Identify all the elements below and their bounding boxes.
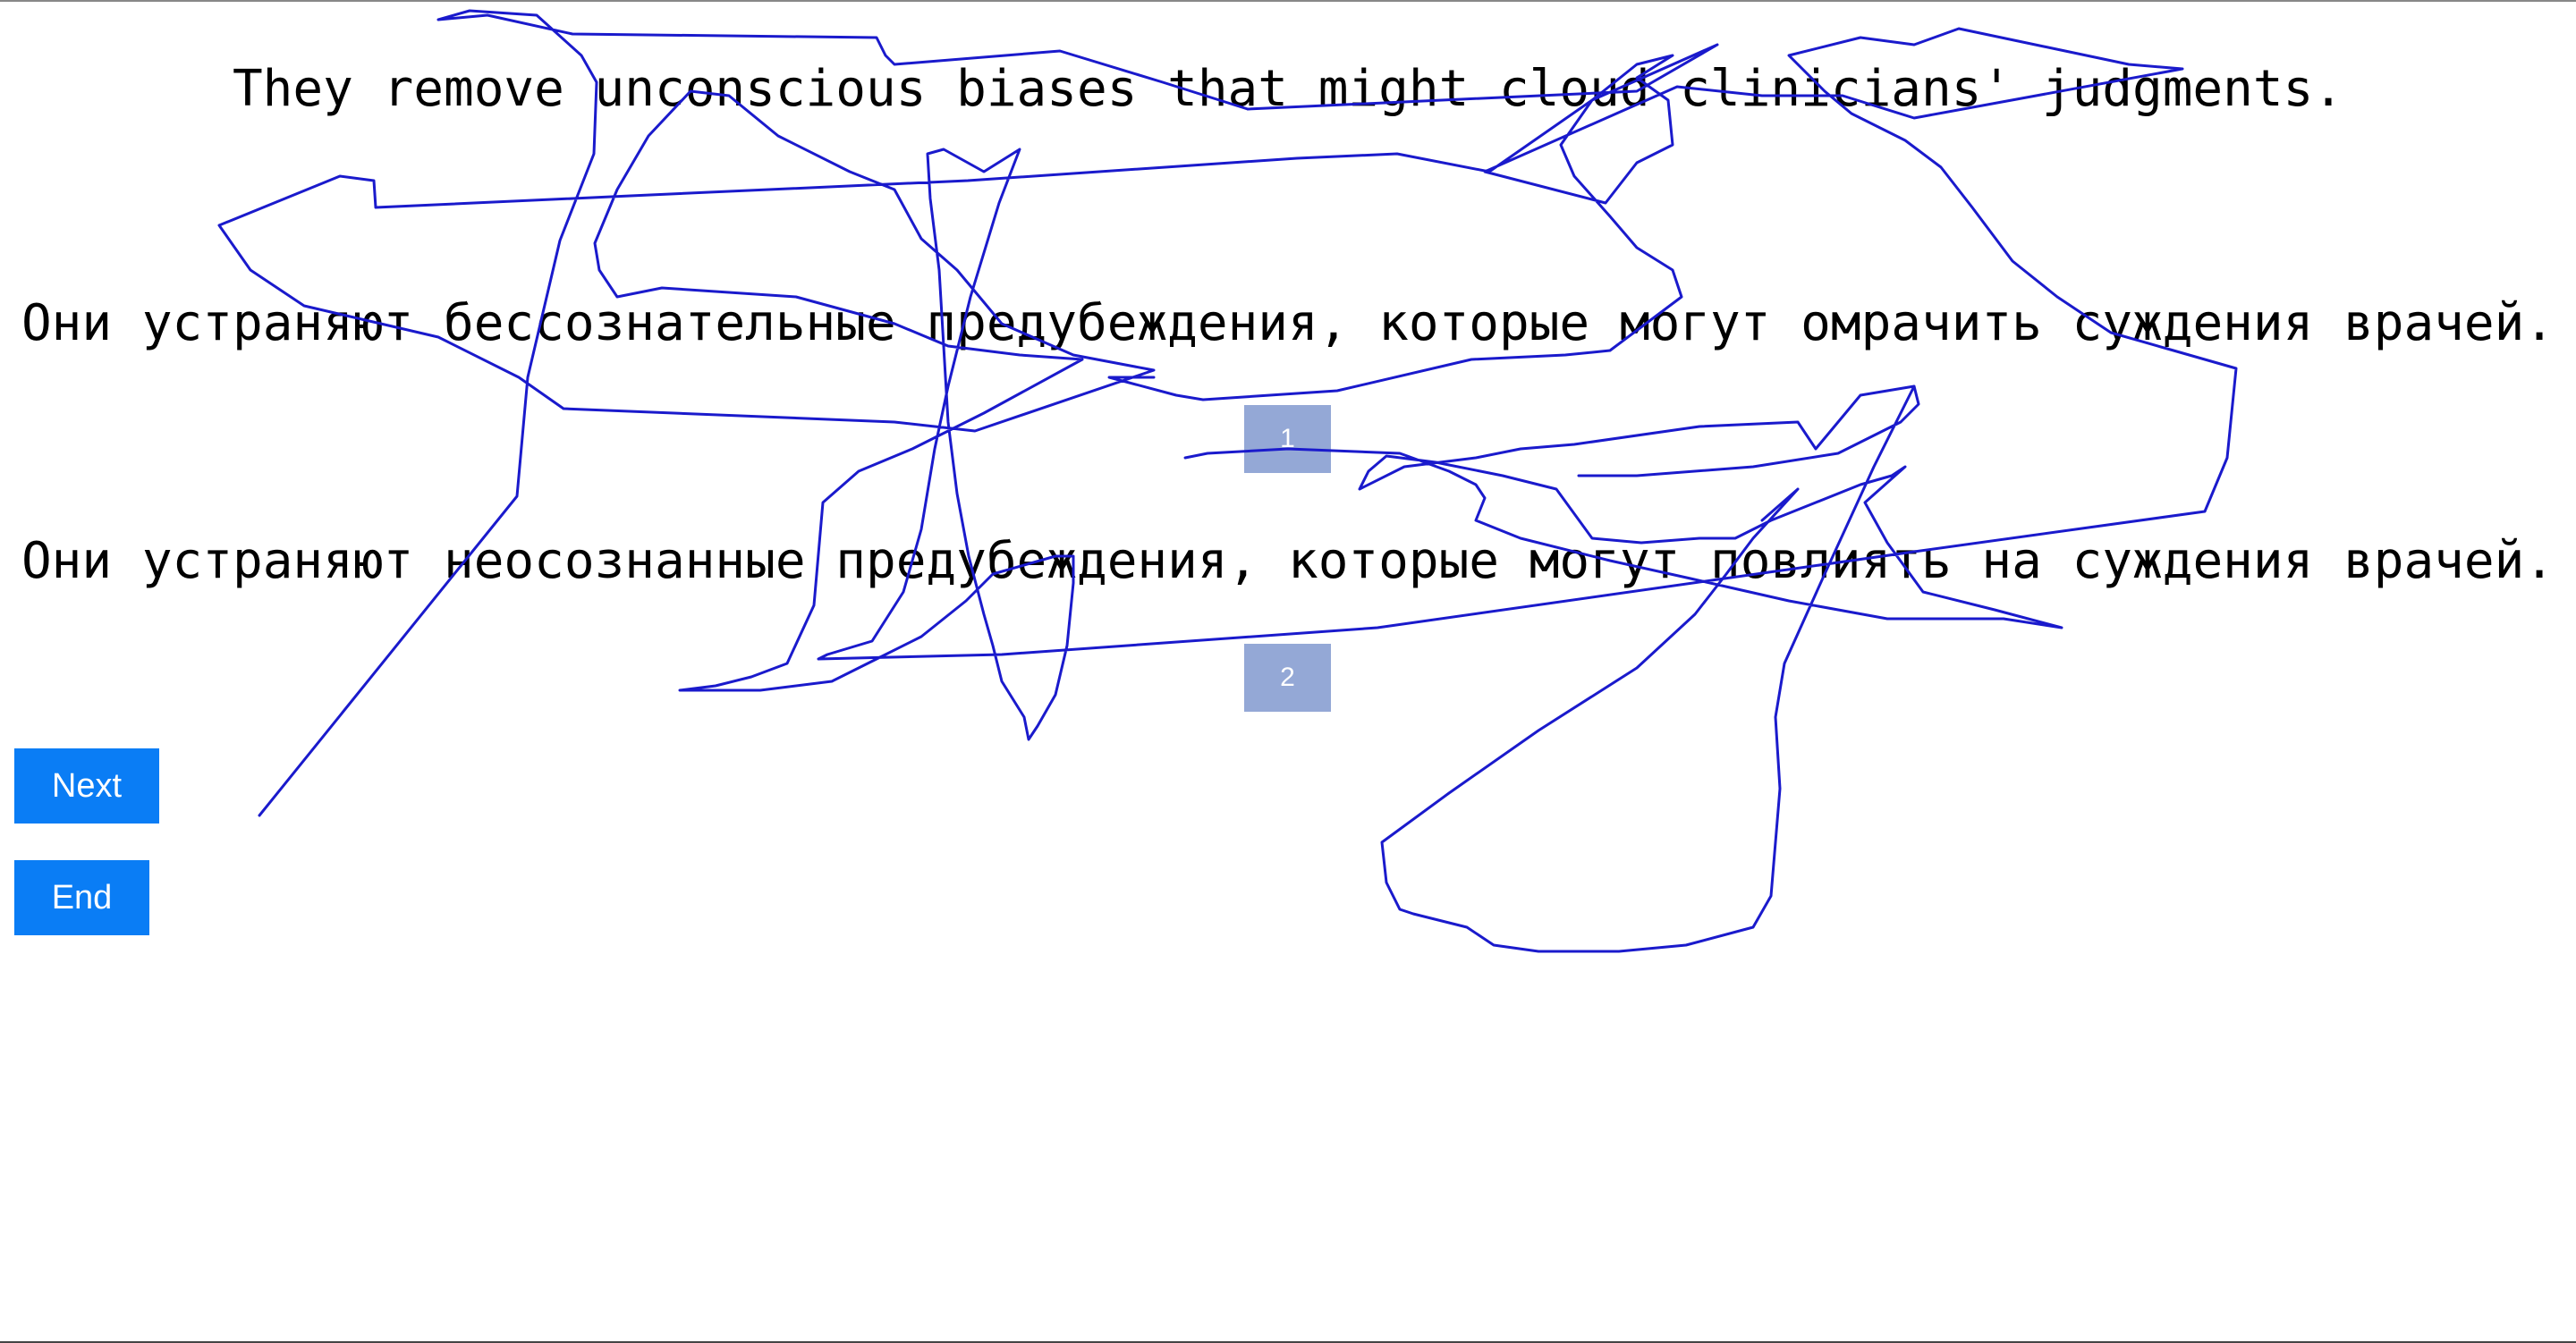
source-sentence: They remove unconscious biases that migh… [232, 60, 2344, 118]
end-button[interactable]: End [14, 860, 149, 935]
scribble-stroke [217, 9, 2238, 953]
translation-option-2: Они устраняют неосознанные предубеждения… [21, 532, 2555, 590]
choose-option-1-button[interactable]: 1 [1244, 405, 1331, 473]
translation-option-1: Они устраняют бессознательные предубежде… [21, 294, 2555, 352]
next-button[interactable]: Next [14, 748, 159, 824]
choose-option-2-button[interactable]: 2 [1244, 644, 1331, 712]
comparison-page: They remove unconscious biases that migh… [0, 0, 2576, 1343]
